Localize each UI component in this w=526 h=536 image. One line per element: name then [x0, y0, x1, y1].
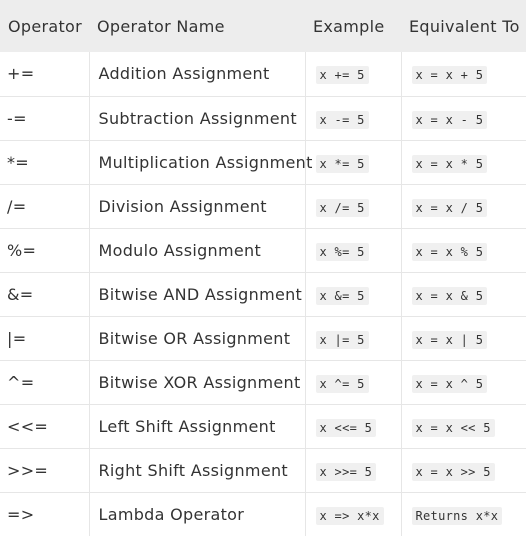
equivalent-code: x = x ^ 5 — [411, 374, 488, 393]
header-row: Operator Operator Name Example Equivalen… — [0, 0, 526, 52]
equivalent-code: x = x << 5 — [411, 418, 495, 437]
equivalent-cell: x = x / 5 — [401, 184, 526, 228]
header-operator: Operator — [8, 16, 83, 36]
operators-table: Operator Operator Name Example Equivalen… — [0, 0, 526, 536]
equivalent-code: x = x % 5 — [411, 242, 488, 261]
example-code: x >>= 5 — [315, 462, 377, 481]
table-row: |= Bitwise OR Assignment x |= 5 x = x | … — [0, 316, 526, 360]
equivalent-cell: x = x - 5 — [401, 96, 526, 140]
example-code: x *= 5 — [315, 154, 369, 173]
operator-name-cell: Subtraction Assignment — [89, 96, 306, 140]
example-cell: x /= 5 — [305, 184, 402, 228]
operator-name-cell: Addition Assignment — [89, 52, 306, 96]
operator-cell: |= — [0, 316, 90, 360]
example-code: x /= 5 — [315, 198, 369, 217]
equivalent-code: x = x + 5 — [411, 66, 488, 85]
operator-cell: ^= — [0, 360, 90, 404]
operator-name-cell: Modulo Assignment — [89, 228, 306, 272]
equivalent-code: x = x >> 5 — [411, 462, 495, 481]
operator-name-cell: Lambda Operator — [89, 492, 306, 536]
table-row: ^= Bitwise XOR Assignment x ^= 5 x = x ^… — [0, 360, 526, 404]
example-cell: x -= 5 — [305, 96, 402, 140]
example-code: x <<= 5 — [315, 418, 377, 437]
equivalent-code: Returns x*x — [411, 506, 503, 525]
table-row: /= Division Assignment x /= 5 x = x / 5 — [0, 184, 526, 228]
equivalent-cell: x = x % 5 — [401, 228, 526, 272]
table-header: Operator Operator Name Example Equivalen… — [0, 0, 526, 52]
equivalent-cell: x = x >> 5 — [401, 448, 526, 492]
operator-name-cell: Left Shift Assignment — [89, 404, 306, 448]
example-code: x += 5 — [315, 66, 369, 85]
equivalent-cell: x = x | 5 — [401, 316, 526, 360]
example-cell: x |= 5 — [305, 316, 402, 360]
example-cell: x => x*x — [305, 492, 402, 536]
operator-cell: &= — [0, 272, 90, 316]
operator-cell: /= — [0, 184, 90, 228]
header-example: Example — [313, 16, 385, 36]
table-row: &= Bitwise AND Assignment x &= 5 x = x &… — [0, 272, 526, 316]
operator-cell: >>= — [0, 448, 90, 492]
table-row: += Addition Assignment x += 5 x = x + 5 — [0, 52, 526, 96]
example-cell: x *= 5 — [305, 140, 402, 184]
operator-cell: += — [0, 52, 90, 96]
equivalent-cell: x = x ^ 5 — [401, 360, 526, 404]
example-cell: x %= 5 — [305, 228, 402, 272]
example-cell: x <<= 5 — [305, 404, 402, 448]
header-operator-name: Operator Name — [97, 16, 225, 36]
equivalent-cell: x = x + 5 — [401, 52, 526, 96]
table-row: <<= Left Shift Assignment x <<= 5 x = x … — [0, 404, 526, 448]
operator-cell: *= — [0, 140, 90, 184]
example-code: x ^= 5 — [315, 374, 369, 393]
equivalent-code: x = x * 5 — [411, 154, 488, 173]
example-cell: x ^= 5 — [305, 360, 402, 404]
table-row: => Lambda Operator x => x*x Returns x*x — [0, 492, 526, 536]
example-code: x |= 5 — [315, 330, 369, 349]
table-row: >>= Right Shift Assignment x >>= 5 x = x… — [0, 448, 526, 492]
table-row: -= Subtraction Assignment x -= 5 x = x -… — [0, 96, 526, 140]
example-cell: x >>= 5 — [305, 448, 402, 492]
operator-name-cell: Right Shift Assignment — [89, 448, 306, 492]
equivalent-code: x = x | 5 — [411, 330, 488, 349]
operator-name-cell: Bitwise XOR Assignment — [89, 360, 306, 404]
operator-cell: => — [0, 492, 90, 536]
equivalent-cell: x = x & 5 — [401, 272, 526, 316]
example-cell: x += 5 — [305, 52, 402, 96]
equivalent-cell: x = x * 5 — [401, 140, 526, 184]
example-code: x &= 5 — [315, 286, 369, 305]
table-row: %= Modulo Assignment x %= 5 x = x % 5 — [0, 228, 526, 272]
example-code: x %= 5 — [315, 242, 369, 261]
operator-name-cell: Division Assignment — [89, 184, 306, 228]
table-body: += Addition Assignment x += 5 x = x + 5 … — [0, 52, 526, 536]
operator-name-cell: Bitwise AND Assignment — [89, 272, 306, 316]
table-row: *= Multiplication Assignment x *= 5 x = … — [0, 140, 526, 184]
operator-name-cell: Bitwise OR Assignment — [89, 316, 306, 360]
equivalent-code: x = x - 5 — [411, 110, 488, 129]
example-cell: x &= 5 — [305, 272, 402, 316]
equivalent-cell: Returns x*x — [401, 492, 526, 536]
equivalent-cell: x = x << 5 — [401, 404, 526, 448]
example-code: x -= 5 — [315, 110, 369, 129]
operator-cell: %= — [0, 228, 90, 272]
operator-cell: <<= — [0, 404, 90, 448]
example-code: x => x*x — [315, 506, 384, 525]
equivalent-code: x = x & 5 — [411, 286, 488, 305]
header-equivalent-to: Equivalent To — [409, 16, 520, 36]
operator-cell: -= — [0, 96, 90, 140]
operator-name-cell: Multiplication Assignment — [89, 140, 312, 184]
equivalent-code: x = x / 5 — [411, 198, 488, 217]
